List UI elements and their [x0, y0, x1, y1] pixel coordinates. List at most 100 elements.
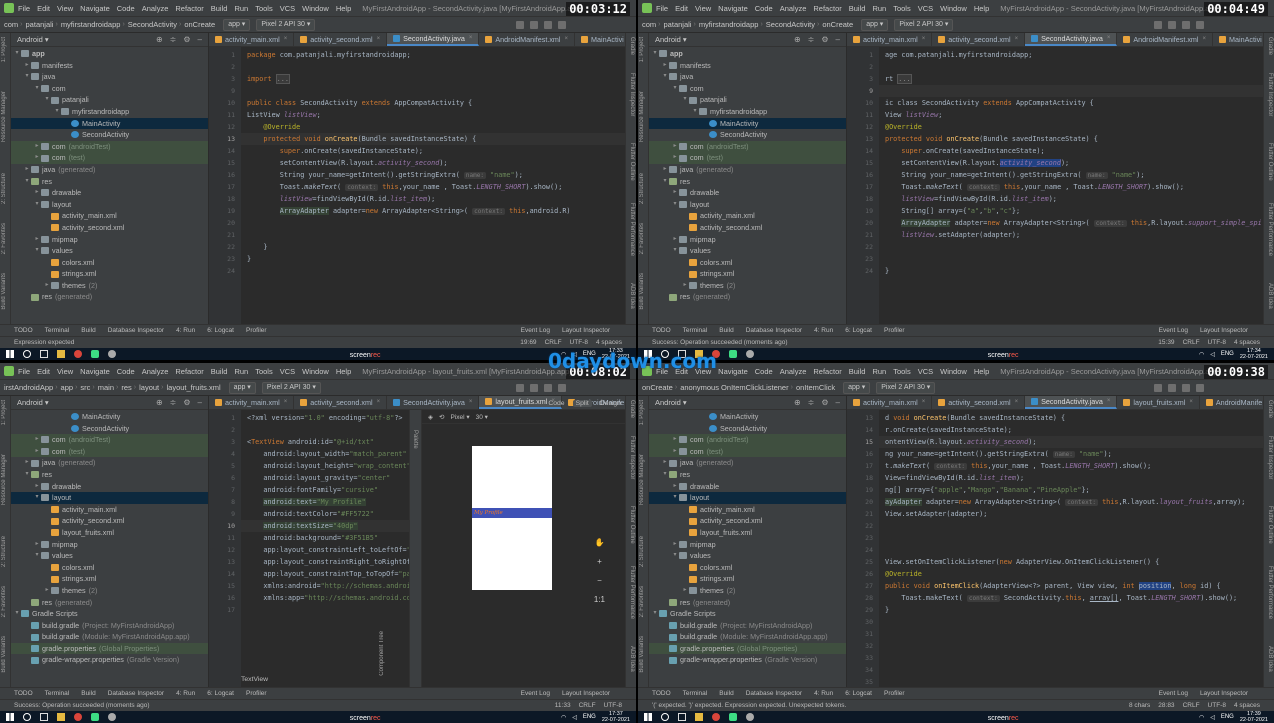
tree-node[interactable]: activity_second.xml — [11, 515, 208, 527]
close-icon[interactable]: × — [284, 33, 288, 46]
editor-tab[interactable]: SecondActivity.java × — [1025, 33, 1118, 46]
editor-tab[interactable]: activity_second.xml × — [294, 33, 388, 46]
tree-node[interactable]: ▾ values — [11, 550, 208, 562]
tree-node[interactable]: ▸ com (androidTest) — [649, 140, 846, 153]
menu-item-vcs[interactable]: VCS — [280, 367, 295, 376]
right-tool-tab[interactable]: ADB Idea — [1267, 646, 1273, 672]
left-tool-tab[interactable]: 2: Favorites — [1, 586, 7, 617]
tree-node[interactable]: gradle.properties (Global Properties) — [11, 642, 208, 655]
run-icon[interactable] — [1154, 20, 1162, 29]
project-view-dropdown[interactable]: Android ▾ — [17, 398, 49, 407]
tree-node[interactable]: strings.xml — [649, 573, 846, 585]
run-icon[interactable] — [516, 383, 524, 392]
mode-split-button[interactable]: Split — [572, 399, 592, 407]
tool-button-event-log[interactable]: Event Log — [521, 690, 550, 697]
menu-item-tools[interactable]: Tools — [893, 4, 911, 13]
menu-item-file[interactable]: File — [18, 4, 30, 13]
tool-button-terminal[interactable]: Terminal — [683, 690, 708, 697]
tree-node[interactable]: ▸ mipmap — [11, 539, 208, 551]
tool-button-profiler[interactable]: Profiler — [884, 327, 905, 334]
tree-node[interactable]: ▸ com (test) — [649, 445, 846, 458]
status-info-item[interactable]: 4 spaces — [1234, 339, 1260, 346]
tree-node[interactable]: res (generated) — [649, 597, 846, 609]
minimize-icon[interactable]: – — [836, 398, 840, 407]
minimize-icon[interactable]: – — [836, 35, 840, 44]
tool-button-terminal[interactable]: Terminal — [45, 327, 70, 334]
tree-node[interactable]: layout_fruits.xml — [649, 527, 846, 539]
breadcrumb-item[interactable]: myfirstandroidapp — [699, 20, 759, 29]
menu-item-run[interactable]: Run — [872, 367, 886, 376]
gear-icon[interactable]: ⚙ — [183, 398, 190, 407]
status-info-item[interactable]: CRLF — [1183, 702, 1200, 709]
menu-item-edit[interactable]: Edit — [37, 4, 50, 13]
menu-item-refactor[interactable]: Refactor — [813, 4, 841, 13]
language-indicator[interactable]: ENG — [1221, 351, 1234, 357]
tool-button-profiler[interactable]: Profiler — [246, 327, 267, 334]
left-tool-tab[interactable]: 2: Structure — [1, 536, 7, 567]
component-tree-tab[interactable]: Component Tree — [379, 631, 385, 676]
editor-tab[interactable]: AndroidManifest.xml × — [1117, 33, 1214, 46]
tool-button-database-inspector[interactable]: Database Inspector — [746, 327, 802, 334]
menu-item-analyze[interactable]: Analyze — [142, 367, 169, 376]
right-tool-tab[interactable]: Flutter Outline — [629, 506, 635, 544]
tool-button-build[interactable]: Build — [81, 690, 95, 697]
task-view-icon[interactable] — [40, 350, 48, 358]
menu-item-view[interactable]: View — [57, 4, 73, 13]
sync-icon[interactable] — [544, 20, 552, 29]
menu-item-refactor[interactable]: Refactor — [175, 367, 203, 376]
tree-node[interactable]: layout_fruits.xml — [11, 527, 208, 539]
tree-node[interactable]: ▸ com (test) — [11, 152, 208, 164]
left-tool-tab[interactable]: Resource Manager — [639, 454, 645, 505]
android-studio-taskbar-icon[interactable] — [729, 350, 737, 358]
tree-node[interactable]: ▸ java (generated) — [649, 457, 846, 469]
gear-icon[interactable]: ⚙ — [821, 35, 828, 44]
orientation-icon[interactable]: ⟲ — [439, 413, 444, 421]
right-tool-tab[interactable]: Flutter Inspector — [629, 73, 635, 116]
tool-button-build[interactable]: Build — [719, 690, 733, 697]
menu-item-edit[interactable]: Edit — [675, 4, 688, 13]
close-icon[interactable]: × — [565, 33, 569, 46]
tree-node[interactable]: activity_main.xml — [649, 210, 846, 222]
breadcrumb-item[interactable]: myfirstandroidapp — [61, 20, 121, 29]
menu-item-help[interactable]: Help — [336, 367, 351, 376]
collapse-icon[interactable]: ≑ — [170, 35, 177, 44]
left-tool-tab[interactable]: 1: Project — [639, 37, 645, 62]
task-view-icon[interactable] — [678, 713, 686, 721]
tree-node[interactable]: ▾ values — [11, 245, 208, 257]
tree-node[interactable]: SecondActivity — [11, 129, 208, 141]
status-info-item[interactable]: UTF-8 — [1208, 339, 1226, 346]
left-tool-tab[interactable]: 1: Project — [639, 400, 645, 425]
status-info-item[interactable]: 4 spaces — [596, 339, 622, 346]
tree-node[interactable]: MainActivity — [11, 411, 208, 423]
menu-item-file[interactable]: File — [18, 367, 30, 376]
editor-tab[interactable]: AndroidManife — [1200, 396, 1263, 409]
tree-node[interactable]: ▸ java (generated) — [11, 164, 208, 176]
tree-node[interactable]: SecondActivity — [11, 423, 208, 435]
left-tool-tab[interactable]: Build Variants — [639, 636, 645, 673]
tree-node[interactable]: strings.xml — [649, 268, 846, 280]
status-info-item[interactable]: CRLF — [579, 702, 596, 709]
screenrec-taskbar-icon[interactable] — [746, 350, 754, 358]
close-icon[interactable]: × — [469, 33, 473, 45]
tool-button-logcat[interactable]: 6: Logcat — [207, 327, 234, 334]
tool-button-todo[interactable]: TODO — [14, 690, 33, 697]
menu-item-analyze[interactable]: Analyze — [780, 367, 807, 376]
device-dropdown[interactable]: Pixel 2 API 30 ▾ — [261, 381, 321, 394]
tool-button-build[interactable]: Build — [81, 327, 95, 334]
tree-node[interactable]: gradle-wrapper.properties (Gradle Version… — [649, 654, 846, 666]
tree-node[interactable]: ▾ app — [649, 48, 846, 60]
tree-node[interactable]: ▾ values — [649, 245, 846, 257]
tree-node[interactable]: ▸ drawable — [649, 481, 846, 493]
right-tool-tab[interactable]: Flutter Outline — [629, 143, 635, 181]
chrome-icon[interactable] — [74, 350, 82, 358]
tree-node[interactable]: ▸ mipmap — [649, 234, 846, 246]
tree-node[interactable]: ▾ java — [11, 71, 208, 83]
menu-item-tools[interactable]: Tools — [255, 4, 273, 13]
language-indicator[interactable]: ENG — [583, 714, 596, 720]
menu-item-window[interactable]: Window — [302, 367, 329, 376]
tree-node[interactable]: res (generated) — [11, 291, 208, 303]
menu-item-run[interactable]: Run — [234, 367, 248, 376]
gear-icon[interactable]: ⚙ — [821, 398, 828, 407]
sync-icon[interactable] — [544, 383, 552, 392]
tool-button-logcat[interactable]: 6: Logcat — [845, 327, 872, 334]
